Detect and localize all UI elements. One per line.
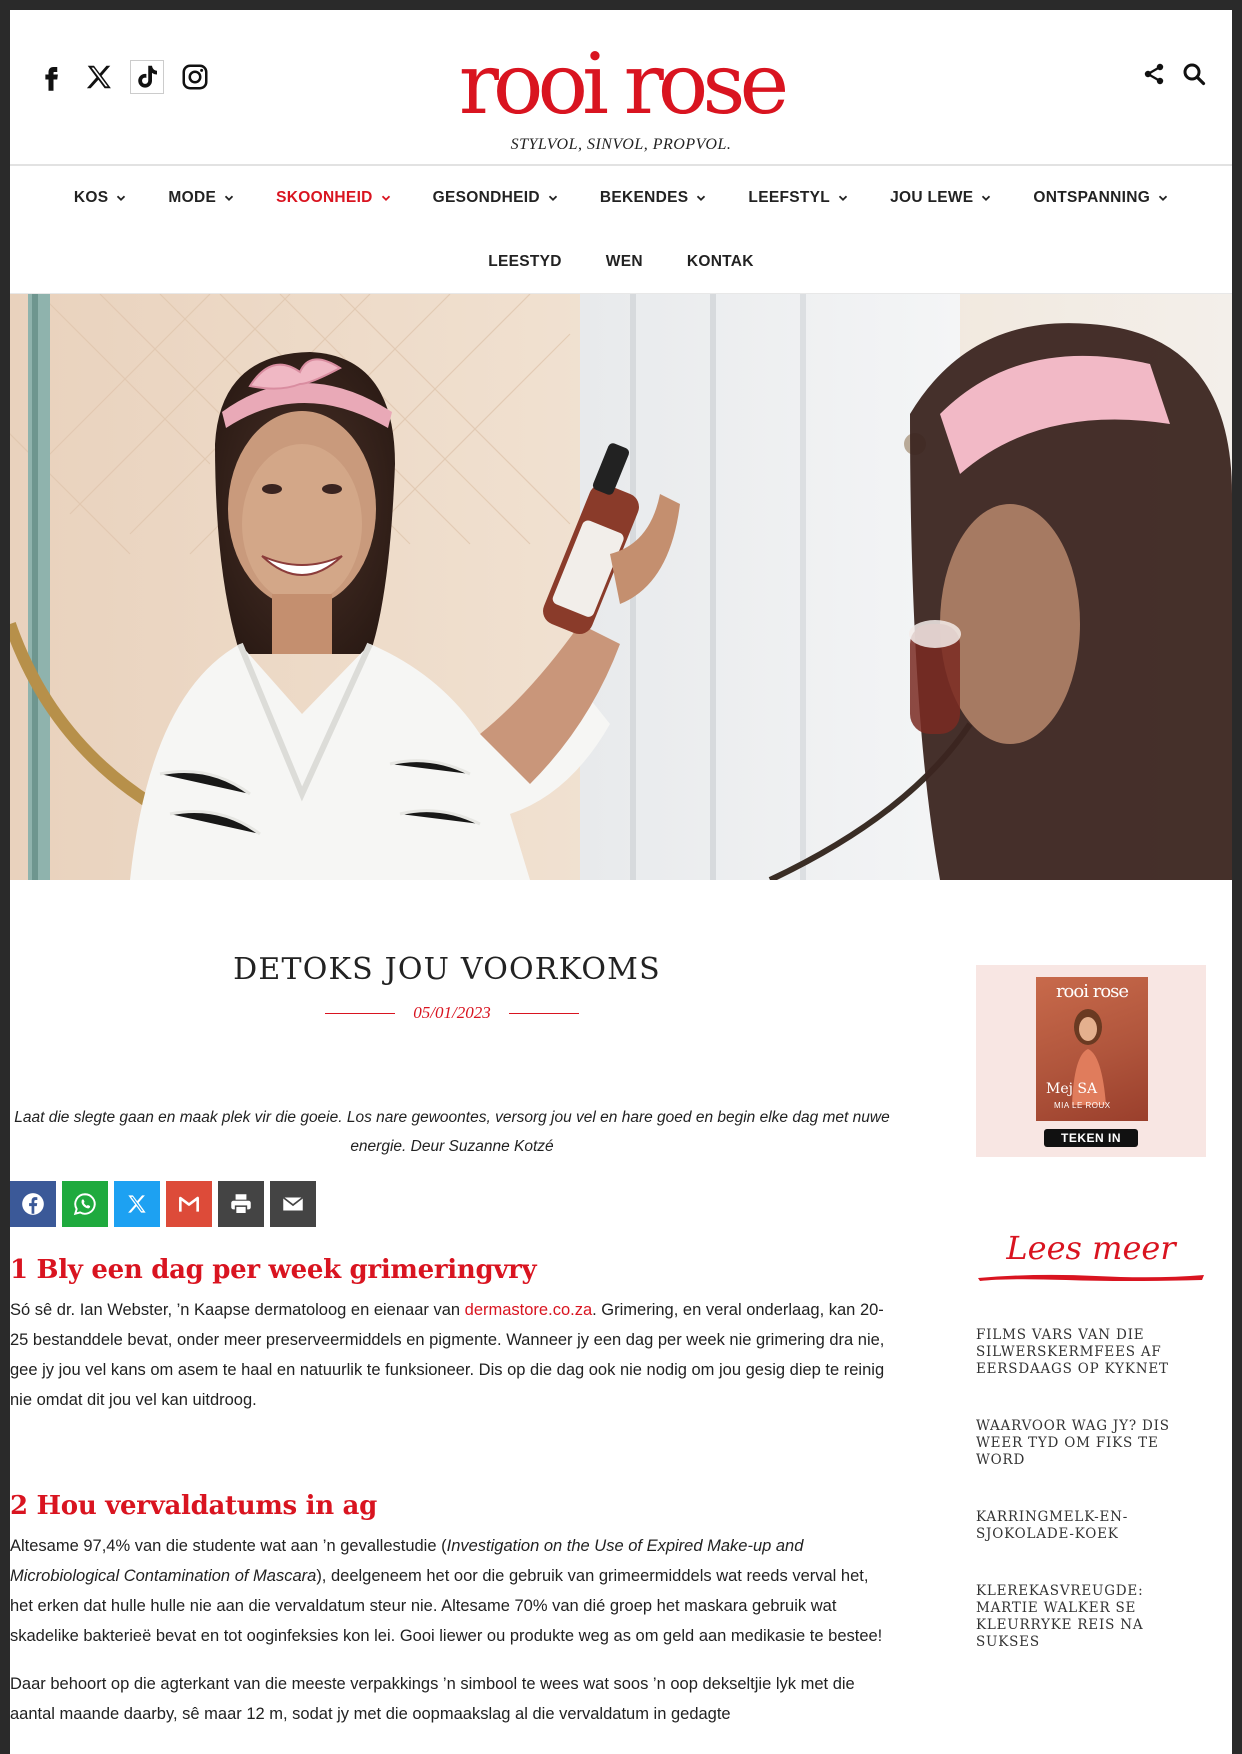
article-paragraph: Altesame 97,4% van die studente wat aan … [10, 1531, 894, 1651]
whatsapp-icon[interactable] [62, 1181, 108, 1227]
print-icon[interactable] [218, 1181, 264, 1227]
nav-item-jou-lewe[interactable]: JOU LEWE [869, 189, 1012, 207]
nav-item-mode[interactable]: MODE [147, 189, 255, 207]
hero-illustration [10, 294, 1232, 880]
nav-label: GESONDHEID [432, 189, 540, 206]
cover-name: Mej SA [1046, 1081, 1098, 1097]
nav-label: MODE [168, 189, 217, 206]
header-tools [1142, 62, 1206, 90]
brush-stroke-divider [978, 1274, 1204, 1281]
nav-label: BEKENDES [599, 189, 689, 206]
magazine-cover[interactable]: rooi rose Mej SA MIA LE ROUX [1036, 977, 1148, 1121]
article: DETOKS JOU VOORKOMS 05/01/2023 Laat die … [10, 882, 894, 1729]
x-icon[interactable] [114, 1181, 160, 1227]
sidebar: rooi rose Mej SA MIA LE ROUX TEKEN IN Le… [976, 965, 1206, 1691]
site-logo[interactable]: rooi rose [10, 38, 1232, 130]
nav-item-leestyd[interactable]: LEESTYD [466, 253, 584, 271]
email-icon[interactable] [270, 1181, 316, 1227]
article-paragraph: Só sê dr. Ian Webster, ’n Kaapse dermato… [10, 1295, 894, 1415]
divider-line [325, 1012, 396, 1014]
article-title: DETOKS JOU VOORKOMS [233, 952, 661, 987]
chevron-down-icon [697, 195, 706, 201]
nav-label: KOS [73, 189, 109, 206]
chevron-down-icon [224, 195, 234, 201]
divider-line [508, 1012, 579, 1014]
nav-item-leefstyl[interactable]: LEEFSTYL [727, 189, 869, 207]
nav-row-secondary: LEESTYD WEN KONTAK [10, 230, 1232, 294]
nav-item-kontak[interactable]: KONTAK [665, 253, 776, 271]
chevron-down-icon [838, 195, 848, 201]
date-row: 05/01/2023 [10, 1003, 894, 1023]
nav-item-ontspanning[interactable]: ONTSPANNING [1012, 189, 1189, 207]
related-link[interactable]: FILMS VARS VAN DIE SILWERSKERMFEES AF EE… [976, 1327, 1206, 1378]
nav-label: JOU LEWE [890, 189, 974, 206]
nav-item-wen[interactable]: WEN [584, 253, 665, 271]
facebook-icon[interactable] [10, 1181, 56, 1227]
share-bar [10, 1181, 894, 1227]
chevron-down-icon [381, 195, 390, 201]
signup-button[interactable]: TEKEN IN [1044, 1129, 1138, 1147]
site-header: rooi rose STYLVOL, SINVOL, PROPVOL. [10, 10, 1232, 166]
paragraph-text: Só sê dr. Ian Webster, ’n Kaapse dermato… [10, 1301, 465, 1319]
main-nav: KOS MODE SKOONHEID GESONDHEID BEKENDES L… [10, 166, 1232, 294]
section-heading: 1 Bly een dag per week grimeringvry [10, 1255, 537, 1285]
page: rooi rose STYLVOL, SINVOL, PROPVOL. KOS … [10, 10, 1232, 1754]
chevron-down-icon [117, 195, 126, 201]
share-icon[interactable] [1142, 62, 1166, 90]
magazine-promo[interactable]: rooi rose Mej SA MIA LE ROUX TEKEN IN [976, 965, 1206, 1157]
nav-item-skoonheid[interactable]: SKOONHEID [255, 189, 412, 207]
cover-subname: MIA LE ROUX [1054, 1101, 1111, 1110]
nav-item-bekendes[interactable]: BEKENDES [579, 189, 728, 207]
section-heading: 2 Hou vervaldatums in ag [10, 1491, 377, 1521]
related-links: FILMS VARS VAN DIE SILWERSKERMFEES AF EE… [976, 1327, 1206, 1651]
nav-item-gesondheid[interactable]: GESONDHEID [412, 189, 579, 207]
brand: rooi rose STYLVOL, SINVOL, PROPVOL. [10, 38, 1232, 154]
gmail-icon[interactable] [166, 1181, 212, 1227]
hero-image [10, 294, 1232, 880]
nav-item-kos[interactable]: KOS [53, 189, 148, 207]
related-link[interactable]: WAARVOOR WAG JY? DIS WEER TYD OM FIKS TE… [976, 1418, 1206, 1469]
article-header: DETOKS JOU VOORKOMS 05/01/2023 [10, 882, 894, 1023]
related-link[interactable]: KLEREKASVREUGDE: MARTIE WALKER SE KLEURR… [976, 1583, 1206, 1651]
nav-label: LEEFSTYL [748, 189, 831, 206]
chevron-down-icon [1158, 195, 1168, 201]
dermastore-link[interactable]: dermastore.co.za [465, 1301, 592, 1319]
chevron-down-icon [548, 195, 558, 201]
lees-meer-heading: Lees meer [1006, 1229, 1176, 1267]
article-intro: Laat die slegte gaan en maak plek vir di… [14, 1109, 890, 1155]
chevron-down-icon [982, 195, 991, 201]
nav-label: ONTSPANNING [1033, 189, 1151, 206]
article-paragraph: Daar behoort op die agterkant van die me… [10, 1675, 855, 1723]
related-link[interactable]: KARRINGMELK-EN-SJOKOLADE-KOEK [976, 1509, 1206, 1543]
article-date: 05/01/2023 [413, 1003, 491, 1022]
nav-label: SKOONHEID [276, 189, 373, 206]
tagline: STYLVOL, SINVOL, PROPVOL. [510, 136, 732, 153]
search-icon[interactable] [1182, 62, 1206, 90]
paragraph-text: Altesame 97,4% van die studente wat aan … [10, 1537, 447, 1555]
nav-row-primary: KOS MODE SKOONHEID GESONDHEID BEKENDES L… [10, 166, 1232, 230]
cover-logo: rooi rose [1055, 981, 1129, 1002]
